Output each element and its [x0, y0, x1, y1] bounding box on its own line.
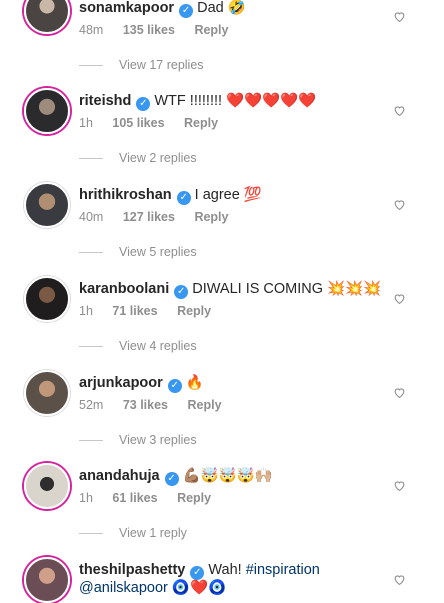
view-replies-button[interactable]: View 17 replies: [79, 58, 204, 72]
likes-count[interactable]: 61 likes: [112, 491, 157, 505]
view-replies-button[interactable]: View 4 replies: [79, 339, 197, 353]
verified-badge-icon: ✓: [164, 472, 179, 486]
avatar[interactable]: [24, 0, 70, 34]
comment-meta: 1h 105 likes Reply: [79, 116, 234, 130]
view-replies-button[interactable]: View 5 replies: [79, 245, 197, 259]
timestamp: 52m: [79, 398, 104, 412]
likes-count[interactable]: 127 likes: [123, 210, 175, 224]
comment-body: Wah!: [208, 562, 242, 578]
reply-button[interactable]: Reply: [194, 23, 228, 37]
comment-meta: 52m 73 likes Reply: [79, 398, 238, 412]
comment-text-line: hrithikroshan ✓ I agree 💯: [79, 185, 262, 205]
verified-badge-icon: ✓: [174, 285, 189, 299]
avatar[interactable]: [24, 463, 70, 509]
comment-meta: 40m 127 likes Reply: [79, 210, 244, 224]
view-replies-label[interactable]: View 2 replies: [119, 151, 197, 165]
avatar[interactable]: [24, 370, 70, 416]
avatar[interactable]: [24, 182, 70, 228]
comment-body: 💪🏽🤯🤯🤯🙌🏼: [182, 468, 273, 484]
divider-line: [79, 346, 103, 348]
comment-body: Dad 🤣: [197, 0, 246, 16]
comment-text-line: @anilskapoor 🧿❤️🧿: [79, 578, 226, 598]
likes-count[interactable]: 105 likes: [112, 116, 164, 130]
view-replies-button[interactable]: View 3 replies: [79, 433, 197, 447]
comment-body: 🔥: [185, 375, 204, 391]
verified-badge-icon: ✓: [179, 4, 194, 18]
divider-line: [79, 158, 103, 160]
like-heart-icon[interactable]: [393, 198, 406, 211]
comment-emoji: 🧿❤️🧿: [171, 580, 227, 596]
view-replies-label[interactable]: View 17 replies: [119, 58, 204, 72]
username-link[interactable]: anandahuja: [79, 468, 160, 484]
reply-button[interactable]: Reply: [184, 116, 218, 130]
comment-meta: 48m 135 likes Reply: [79, 23, 244, 37]
verified-badge-icon: ✓: [136, 97, 151, 111]
like-heart-icon[interactable]: [393, 104, 406, 117]
username-link[interactable]: hrithikroshan: [79, 187, 172, 203]
likes-count[interactable]: 71 likes: [112, 304, 157, 318]
comment-text-line: theshilpashetty ✓ Wah! #inspiration: [79, 560, 320, 580]
username-link[interactable]: arjunkapoor: [79, 375, 163, 391]
comment-meta: 1h 61 likes Reply: [79, 491, 227, 505]
divider-line: [79, 440, 103, 442]
timestamp: 1h: [79, 304, 93, 318]
comment-body: DIWALI IS COMING 💥💥💥: [192, 281, 382, 297]
comment-body: WTF !!!!!!!! ❤️❤️❤️❤️❤️: [154, 93, 317, 109]
timestamp: 48m: [79, 23, 104, 37]
likes-count[interactable]: 135 likes: [123, 23, 175, 37]
view-replies-button[interactable]: View 1 reply: [79, 526, 187, 540]
like-heart-icon[interactable]: [393, 10, 406, 23]
comment-body: I agree 💯: [194, 187, 262, 203]
timestamp: 1h: [79, 116, 93, 130]
view-replies-label[interactable]: View 1 reply: [119, 526, 187, 540]
timestamp: 40m: [79, 210, 104, 224]
comment-text-line: karanboolani ✓ DIWALI IS COMING 💥💥💥: [79, 279, 381, 299]
username-link[interactable]: theshilpashetty: [79, 562, 185, 578]
divider-line: [79, 65, 103, 67]
view-replies-button[interactable]: View 2 replies: [79, 151, 197, 165]
username-link[interactable]: riteishd: [79, 93, 131, 109]
reply-button[interactable]: Reply: [177, 491, 211, 505]
reply-button[interactable]: Reply: [194, 210, 228, 224]
comment-meta: 1h 71 likes Reply: [79, 304, 227, 318]
comment-text-line: sonamkapoor ✓ Dad 🤣: [79, 0, 246, 18]
comment-text-line: riteishd ✓ WTF !!!!!!!! ❤️❤️❤️❤️❤️: [79, 91, 316, 111]
mention-link[interactable]: @anilskapoor: [79, 580, 168, 596]
like-heart-icon[interactable]: [393, 573, 406, 586]
like-heart-icon[interactable]: [393, 386, 406, 399]
timestamp: 1h: [79, 491, 93, 505]
avatar[interactable]: [24, 276, 70, 322]
reply-button[interactable]: Reply: [187, 398, 221, 412]
view-replies-label[interactable]: View 3 replies: [119, 433, 197, 447]
comment-text-line: arjunkapoor ✓ 🔥: [79, 373, 204, 393]
avatar[interactable]: [24, 88, 70, 134]
username-link[interactable]: sonamkapoor: [79, 0, 174, 16]
comment-text-line: anandahuja ✓ 💪🏽🤯🤯🤯🙌🏼: [79, 466, 273, 486]
hashtag-link[interactable]: #inspiration: [246, 562, 320, 578]
reply-button[interactable]: Reply: [177, 304, 211, 318]
username-link[interactable]: karanboolani: [79, 281, 169, 297]
view-replies-label[interactable]: View 4 replies: [119, 339, 197, 353]
divider-line: [79, 533, 103, 535]
like-heart-icon[interactable]: [393, 292, 406, 305]
likes-count[interactable]: 73 likes: [123, 398, 168, 412]
like-heart-icon[interactable]: [393, 479, 406, 492]
divider-line: [79, 252, 103, 254]
verified-badge-icon: ✓: [176, 191, 191, 205]
verified-badge-icon: ✓: [167, 379, 182, 393]
avatar[interactable]: [24, 557, 70, 603]
view-replies-label[interactable]: View 5 replies: [119, 245, 197, 259]
